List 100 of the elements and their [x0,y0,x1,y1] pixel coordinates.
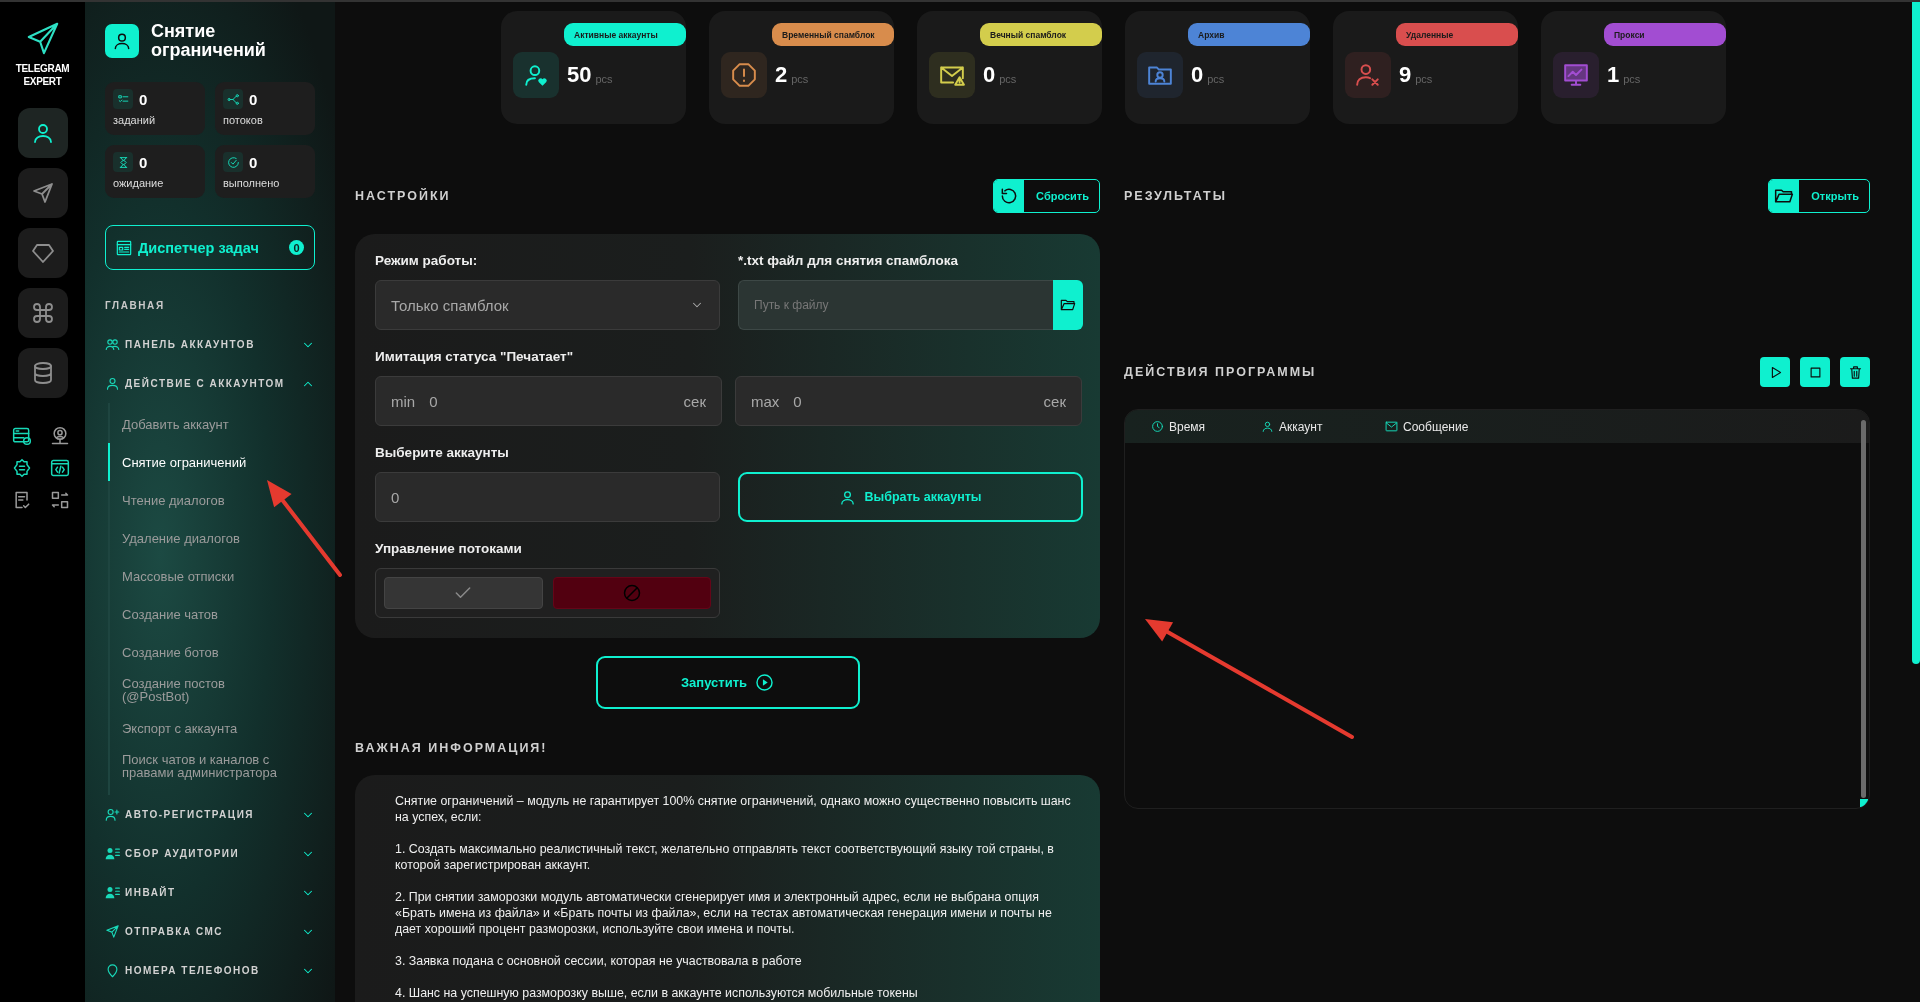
user-list-icon [105,885,120,900]
nav-item[interactable]: Поиск чатов и каналов с правами администратора [108,747,290,785]
user-remove-icon [1355,62,1381,88]
unit-label: pcs [595,73,613,85]
counter-value: 0 [249,153,258,171]
rail-button[interactable] [17,288,68,338]
clock-icon [1151,420,1164,433]
nav-item[interactable]: Чтение диалогов [108,481,290,519]
delay-field[interactable]: min 0 сек [375,376,722,426]
counter-value: 0 [139,90,148,108]
nav-group[interactable]: ИНВАЙТ [105,873,315,912]
info-paragraph: 4. Шанс на успешную разморозку выше, если в аккаунте используются мобильные токены [395,985,919,1001]
user-network-icon[interactable] [49,426,70,446]
nav-item[interactable]: Массовые отписки [108,557,290,595]
nav-group[interactable]: СБОР АУДИТОРИИ [105,834,315,873]
scrollbar[interactable] [1861,420,1866,798]
page-icon [105,24,139,58]
nav-item[interactable]: Добавить аккаунт [108,405,290,443]
info-paragraph: 1. Создать максимально реалистичный текст, желательно отправлять текст соответствующий языку той страны, в которой зарегистрирован аккаунт. [395,841,1055,873]
field-label: Выберите аккаунты [375,443,510,462]
stop-icon [1807,364,1823,380]
user-icon [839,488,857,506]
command-key-icon [30,301,55,325]
nav-group[interactable]: ПАНЕЛЬ АККАУНТОВ [105,325,315,364]
reset-button[interactable]: Сбросить [993,179,1100,213]
stat-value: 2 [775,62,788,88]
status-tag: Вечный спамблок [980,23,1102,46]
column-header: Аккаунт [1261,419,1385,434]
user-plus-icon [105,807,120,822]
user-icon [105,376,120,391]
swap-icon[interactable] [49,490,70,510]
delay-field[interactable]: max 0 сек [735,376,1082,426]
accounts-count-field[interactable]: 0 [375,472,720,522]
monitor-icon [1563,62,1589,88]
resize-handle[interactable] [1860,799,1868,807]
field-label: Управление потоками [375,539,523,558]
stat-value: 50 [567,62,592,88]
stat-value: 0 [1191,62,1204,88]
user-heart-icon [523,62,549,88]
nav-group[interactable]: НОМЕРА ТЕЛЕФОНОВ [105,951,315,990]
server-check-icon[interactable] [11,426,32,446]
unit-label: pcs [1207,73,1225,85]
code-window-icon[interactable] [49,458,70,478]
start-button[interactable]: Запустить [595,656,860,709]
nav-item[interactable]: Создание чатов [108,595,290,633]
nav-item[interactable]: Создание ботов [108,633,290,671]
dashboard-icon [116,239,132,256]
rail-button[interactable] [17,228,68,278]
file-path-field[interactable]: Путь к файлу [738,280,1053,330]
block-icon [621,583,642,603]
check-circle-icon [226,155,240,169]
rail-button[interactable] [17,168,68,218]
status-tag: Прокси [1604,23,1726,46]
info-paragraph: 2. При снятии заморозки модуль автоматически сгенерирует имя и электронный адрес, если не выбрана опция «Брать имена из файла» и «Брать почты из файла», если на тестах автоматическая генерация имени и почты не дает хороший процент разморозки, используйте свои имена и почты. [395,889,1053,937]
logo-text: TELEGRAM EXPERT [14,62,71,88]
delete-button[interactable] [1840,357,1870,387]
status-tag: Удаленные [1396,23,1518,46]
mail-icon [1385,420,1398,433]
nav-heading: ГЛАВНАЯ [105,300,166,311]
info-paragraph: 3. Заявка подана с основной сессии, которая не участвовала в работе [395,953,803,969]
browse-button[interactable] [1053,280,1083,330]
trash-icon [1847,364,1863,380]
select-accounts-button[interactable]: Выбрать аккаунты [738,472,1083,522]
stop-button[interactable] [1800,357,1830,387]
rail-button[interactable] [17,348,68,398]
folder-icon [1774,186,1795,206]
mode-dropdown[interactable]: Только спамблок [375,280,720,330]
nav-group[interactable]: ДЕЙСТВИЕ С АККАУНТОМ [105,364,315,403]
column-header: Время [1151,419,1261,434]
play-circle-icon [755,673,775,692]
counter-value: 0 [139,153,148,171]
gear-icon[interactable] [11,458,32,478]
counter-label: выполнено [223,177,281,189]
nav-group[interactable]: АВТО-РЕГИСТРАЦИЯ [105,795,315,834]
task-manager-button[interactable]: Диспетчер задач 0 [105,225,315,270]
unit-label: pcs [1415,73,1433,85]
status-tag: Архив [1188,23,1310,46]
play-button[interactable] [1760,357,1790,387]
section-title: НАСТРОЙКИ [355,189,451,203]
nav-item[interactable]: Экспорт с аккаунта [108,709,290,747]
nav-item[interactable]: Удаление диалогов [108,519,290,557]
pin-icon [105,963,120,978]
nav-group[interactable]: ОТПРАВКА СМС [105,912,315,951]
nav-item[interactable]: Создание постов (@PostBot) [108,671,290,709]
diamond-icon [30,241,55,265]
field-label: *.txt файл для снятия спамблока [738,251,959,270]
counter-label: ожидание [113,177,165,189]
count-badge: 0 [289,240,304,255]
status-tag: Временный спамблок [772,23,894,46]
counter-label: заданий [113,114,157,126]
nav-item[interactable]: Снятие ограничений [108,443,290,481]
unit-label: pcs [999,73,1017,85]
folder-icon [1060,297,1076,313]
info-paragraph: Снятие ограничений – модуль не гарантирует 100% снятие ограничений, однако можно существенно повысить шанс на успех, если: [395,793,1072,825]
rail-button[interactable] [17,108,68,158]
section-title: ВАЖНАЯ ИНФОРМАЦИЯ! [355,741,548,755]
open-button[interactable]: Открыть [1768,179,1870,213]
column-header: Сообщение [1385,419,1469,434]
branch-icon [226,92,240,106]
page-scrollbar[interactable] [1912,2,1920,664]
